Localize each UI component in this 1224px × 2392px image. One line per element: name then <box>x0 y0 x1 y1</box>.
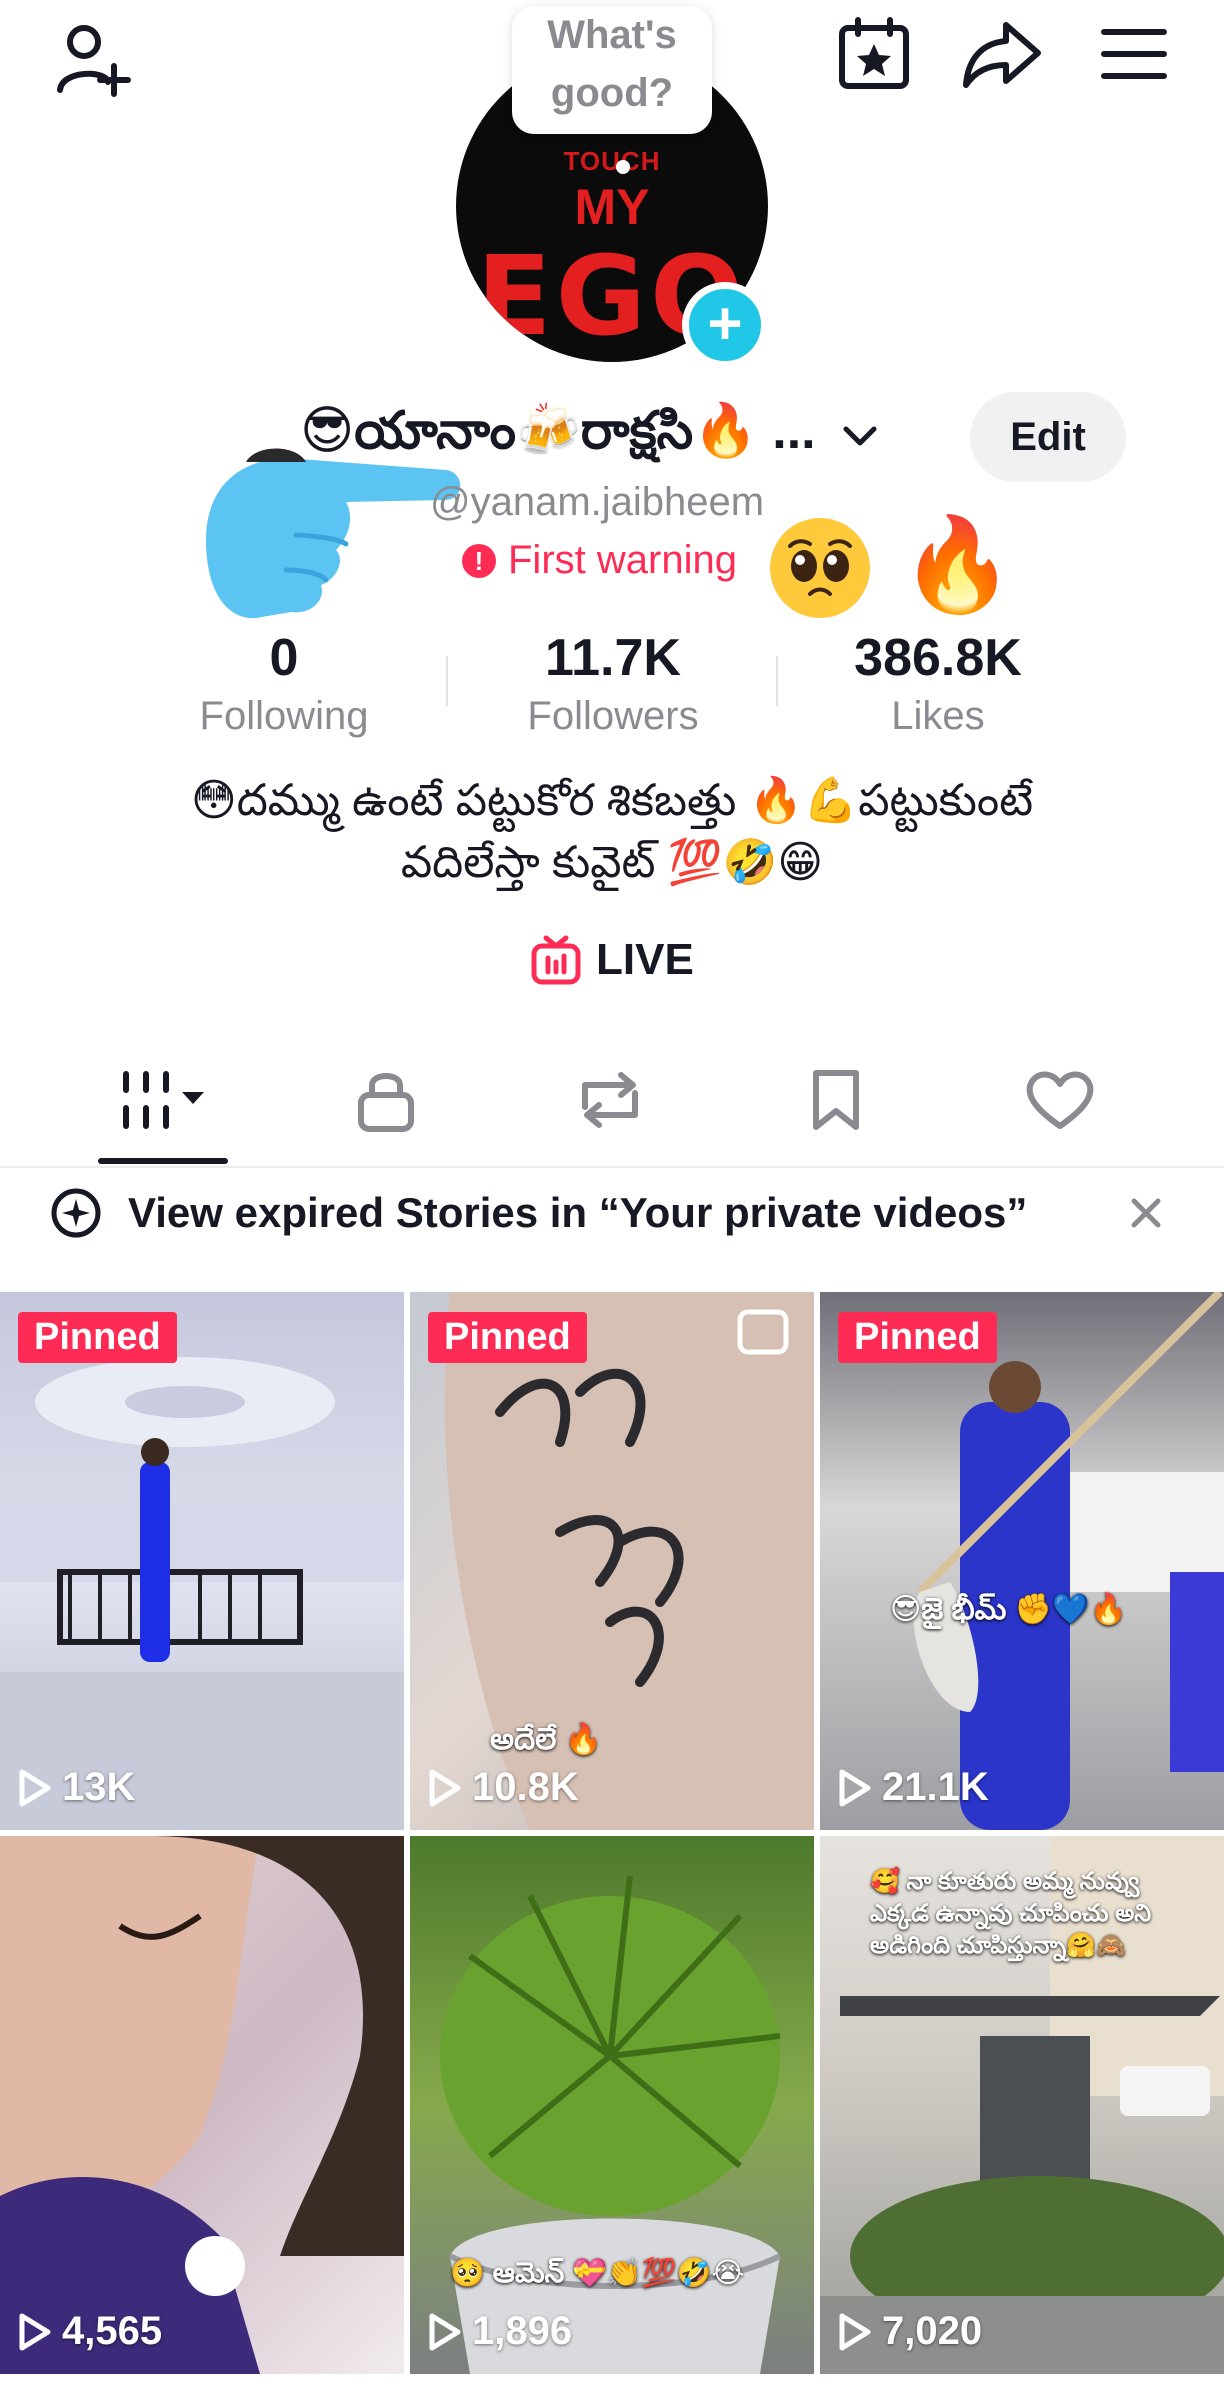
heart-icon <box>1026 1071 1094 1129</box>
chevron-down-icon <box>843 426 877 446</box>
pinned-badge: Pinned <box>18 1312 177 1363</box>
video-thumbnail[interactable]: Pinned 😎జై భీమ్ ✊💙🔥 21.1K <box>820 1292 1224 1830</box>
video-preview-image <box>913 1292 1224 1830</box>
view-count-value: 4,565 <box>62 2309 163 2353</box>
video-preview-image <box>444 1292 814 1830</box>
view-count: 4,565 <box>18 2309 162 2354</box>
fire-emoji: 🔥 <box>900 514 1015 616</box>
note-bubble-tail <box>616 160 630 174</box>
likes-label: Likes <box>891 694 985 738</box>
following-count: 0 <box>269 629 299 687</box>
following-label: Following <box>199 694 369 738</box>
tab-liked[interactable] <box>960 1050 1160 1150</box>
profile-bio: 😳దమ్ము ఉంటే పట్టుకోర శికబత్తు 🔥💪పట్టుకుం… <box>120 770 1104 894</box>
video-thumbnail[interactable]: 🥰 నా కూతురు అమ్మ నువ్వు ఎక్కడ ఉన్నావు చూ… <box>820 1836 1224 2374</box>
hamburger-menu-icon <box>1101 29 1167 79</box>
warning-text: First warning <box>508 538 737 582</box>
pleading-face-icon <box>770 518 870 618</box>
active-tab-indicator <box>98 1158 228 1164</box>
following-stat[interactable]: 0 Following <box>154 628 414 739</box>
video-thumbnail[interactable]: Pinned అదేలే 🔥 10.8K <box>410 1292 814 1830</box>
share-button[interactable] <box>954 6 1050 102</box>
play-icon <box>19 1769 51 1806</box>
person-plus-icon <box>57 25 131 97</box>
tab-private[interactable] <box>286 1050 486 1150</box>
video-preview-image <box>0 1836 404 2374</box>
video-thumbnail[interactable]: 🥺 ఆమెన్ 💝👏💯🤣😭 1,896 <box>410 1836 814 2374</box>
note-bubble[interactable]: What's good? <box>512 6 712 134</box>
pinned-badge: Pinned <box>428 1312 587 1363</box>
view-count: 1,896 <box>428 2309 572 2354</box>
add-friend-button[interactable] <box>44 10 140 106</box>
plus-icon: + <box>707 290 743 357</box>
view-count-value: 21.1K <box>882 1765 989 1809</box>
view-count-value: 7,020 <box>882 2309 983 2353</box>
live-button[interactable]: LIVE <box>530 934 694 986</box>
view-count: 7,020 <box>838 2309 982 2354</box>
calendar-button[interactable] <box>826 6 922 102</box>
expired-stories-notice[interactable]: View expired Stories in “Your private vi… <box>0 1168 1224 1258</box>
video-caption-overlay: 🥰 నా కూతురు అమ్మ నువ్వు ఎక్కడ ఉన్నావు చూ… <box>870 1868 1152 1959</box>
view-count: 13K <box>18 1765 135 1810</box>
sparkle-story-icon <box>51 1188 101 1238</box>
add-story-button[interactable]: + <box>682 282 768 368</box>
tab-videos[interactable] <box>64 1050 264 1150</box>
share-arrow-icon <box>963 22 1041 88</box>
view-count: 10.8K <box>428 1765 579 1810</box>
view-count: 21.1K <box>838 1765 989 1810</box>
video-caption-overlay: అదేలే 🔥 <box>490 1723 603 1756</box>
edit-profile-button[interactable]: Edit <box>970 392 1126 482</box>
lock-icon <box>358 1073 414 1132</box>
play-icon <box>839 2313 871 2350</box>
view-count-value: 10.8K <box>472 1765 579 1809</box>
video-thumbnail[interactable]: Pinned 13K <box>0 1292 404 1830</box>
followers-stat[interactable]: 11.7K Followers <box>483 628 743 739</box>
play-icon <box>429 1769 461 1806</box>
menu-button[interactable] <box>1086 6 1182 102</box>
video-caption-overlay: 😎జై భీమ్ ✊💙🔥 <box>890 1593 1127 1626</box>
play-icon <box>839 1769 871 1806</box>
expired-stories-text: View expired Stories in “Your private vi… <box>128 1189 1028 1236</box>
account-warning-link[interactable]: ! First warning <box>462 538 737 583</box>
likes-stat[interactable]: 386.8K Likes <box>808 628 1068 739</box>
view-count-value: 13K <box>62 1765 136 1809</box>
bio-line-1: 😳దమ్ము ఉంటే పట్టుకోర శికబత్తు 🔥💪పట్టుకుం… <box>190 776 1034 825</box>
stats-divider <box>776 656 778 706</box>
video-caption-overlay: 🥺 ఆమెన్ 💝👏💯🤣😭 <box>450 2257 745 2288</box>
video-preview-image <box>0 1357 404 1830</box>
close-icon[interactable] <box>1126 1193 1166 1233</box>
video-thumbnail[interactable]: 4,565 <box>0 1836 404 2374</box>
username[interactable]: @yanam.jaibheem <box>430 480 764 525</box>
likes-count: 386.8K <box>854 629 1022 687</box>
live-tv-icon <box>531 935 581 985</box>
tab-reposts[interactable] <box>510 1050 710 1150</box>
calendar-star-icon <box>839 17 909 89</box>
bookmark-icon <box>813 1070 859 1130</box>
avatar-text-my: MY <box>574 179 650 235</box>
warning-icon: ! <box>462 543 496 578</box>
live-label: LIVE <box>596 935 694 984</box>
followers-label: Followers <box>527 694 699 738</box>
play-icon <box>19 2313 51 2350</box>
note-bubble-text: What's good? <box>547 13 677 115</box>
repost-icon <box>582 1072 638 1128</box>
stats-divider <box>446 656 448 706</box>
followers-count: 11.7K <box>545 629 681 687</box>
tab-favorites[interactable] <box>736 1050 936 1150</box>
bio-line-2: వదిలేస్తా కువైట్ 💯🤣😁 <box>400 838 824 887</box>
view-count-value: 1,896 <box>472 2309 573 2353</box>
pointing-hand-icon <box>206 448 461 619</box>
pinned-badge: Pinned <box>838 1312 997 1363</box>
grid-dropdown-icon <box>123 1071 204 1129</box>
avatar-text-touch: TOUCH <box>563 146 661 176</box>
play-icon <box>429 2313 461 2350</box>
